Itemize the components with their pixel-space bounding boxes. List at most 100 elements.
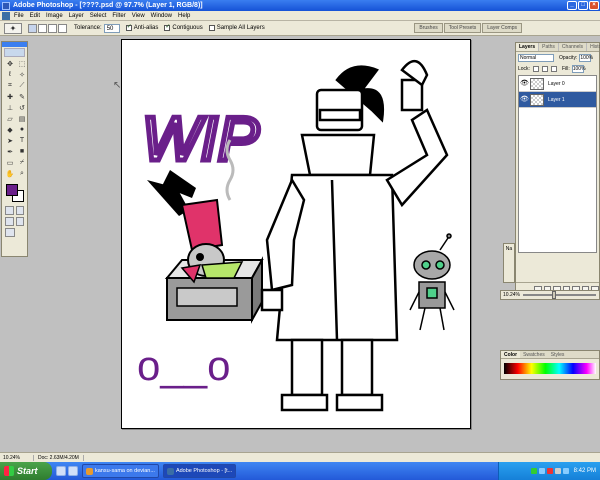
options-bar: ✦ Tolerance: 50 Anti-alias Contiguous Sa… <box>0 21 600 36</box>
blur-tool-icon[interactable]: ◆ <box>5 125 15 134</box>
brush-tool-icon[interactable]: ✎ <box>17 92 27 101</box>
palette-tab-layer-comps[interactable]: Layer Comps <box>482 23 522 33</box>
navigator-side-tab[interactable]: Na <box>503 243 515 283</box>
feather-icon[interactable] <box>4 48 25 57</box>
new-selection-button[interactable] <box>28 23 37 33</box>
stamp-tool-icon[interactable]: ⊥ <box>5 103 15 112</box>
full-screen-icon[interactable] <box>15 217 24 226</box>
menu-layer[interactable]: Layer <box>69 13 84 19</box>
quick-mask-icon[interactable] <box>15 206 24 215</box>
wip-text: WIP <box>142 105 259 174</box>
sample-all-checkbox[interactable] <box>208 25 215 31</box>
tray-clock[interactable]: 8:42 PM <box>574 468 596 474</box>
intersect-selection-button[interactable] <box>58 23 67 33</box>
crop-tool-icon[interactable]: ⌗ <box>5 81 15 90</box>
tab-styles[interactable]: Styles <box>548 351 568 358</box>
eye-icon[interactable]: 👁 <box>520 96 529 104</box>
status-bar: 10.24% Doc: 2.63M/4.20M <box>0 452 600 462</box>
slice-tool-icon[interactable]: ⟋ <box>17 81 27 90</box>
contiguous-checkbox[interactable] <box>164 23 170 31</box>
minimize-button[interactable]: _ <box>567 1 577 10</box>
menu-edit[interactable]: Edit <box>30 13 40 19</box>
layer-row-layer-0[interactable]: 👁 Layer 0 <box>519 76 596 92</box>
zoom-tool-icon[interactable]: ⌕ <box>17 169 27 178</box>
eyedropper-tool-icon[interactable]: ⌿ <box>17 158 27 167</box>
contiguous-label: Contiguous <box>172 25 203 31</box>
menu-select[interactable]: Select <box>90 13 107 19</box>
tab-paths[interactable]: Paths <box>539 43 559 51</box>
layer-thumbnail <box>530 77 544 90</box>
tolerance-input[interactable]: 50 <box>103 23 120 33</box>
quick-launch <box>56 466 78 476</box>
add-selection-button[interactable] <box>38 23 47 33</box>
tab-color[interactable]: Color <box>501 351 521 358</box>
menu-help[interactable]: Help <box>178 13 190 19</box>
hand-tool-icon[interactable]: ✋ <box>5 169 15 178</box>
eraser-tool-icon[interactable]: ▱ <box>5 114 15 123</box>
menu-view[interactable]: View <box>132 13 145 19</box>
dodge-tool-icon[interactable]: ● <box>17 125 27 134</box>
tolerance-label: Tolerance: <box>74 25 102 31</box>
menu-window[interactable]: Window <box>151 13 172 19</box>
toolbox-header[interactable] <box>2 42 27 47</box>
tray-network-icon[interactable] <box>530 468 537 474</box>
move-tool-icon[interactable]: ✥ <box>5 59 15 68</box>
tray-volume-icon[interactable] <box>554 468 561 474</box>
lock-position-toggle[interactable] <box>550 65 557 72</box>
eye-icon[interactable]: 👁 <box>520 80 529 88</box>
task-browser[interactable]: kansu-sama on devian... <box>82 464 159 478</box>
history-brush-icon[interactable]: ↺ <box>17 103 27 112</box>
tab-history[interactable]: History <box>587 43 600 51</box>
task-photoshop[interactable]: Adobe Photoshop - [t... <box>162 464 237 478</box>
layer-name: Layer 0 <box>548 80 565 87</box>
pen-tool-icon[interactable]: ✒ <box>5 147 15 156</box>
status-zoom[interactable]: 10.24% <box>3 455 33 461</box>
menu-filter[interactable]: Filter <box>112 13 125 19</box>
magic-wand-tool-icon[interactable]: ✧ <box>17 70 27 79</box>
document-canvas[interactable]: WIP o__o <box>121 39 471 429</box>
maximize-button[interactable]: □ <box>578 1 588 10</box>
shape-tool-icon[interactable]: ■ <box>17 147 27 156</box>
show-desktop-icon[interactable] <box>56 466 66 476</box>
close-button[interactable]: × <box>589 1 599 10</box>
path-select-tool-icon[interactable]: ➤ <box>5 136 15 145</box>
tray-messenger-icon[interactable] <box>538 468 545 474</box>
zoom-slider-knob[interactable] <box>552 291 557 299</box>
layer-row-layer-1[interactable]: 👁 Layer 1 <box>519 92 596 108</box>
notes-tool-icon[interactable]: ▭ <box>5 158 15 167</box>
artwork: WIP o__o <box>137 60 455 412</box>
jump-to-imageready-icon[interactable] <box>5 228 15 237</box>
tool-preset-picker[interactable]: ✦ <box>4 22 22 34</box>
blend-mode-select[interactable]: Normal <box>518 53 554 62</box>
browser-icon[interactable] <box>68 466 78 476</box>
type-tool-icon[interactable]: T <box>17 136 27 145</box>
tab-channels[interactable]: Channels <box>559 43 588 51</box>
menu-file[interactable]: File <box>14 13 24 19</box>
lasso-tool-icon[interactable]: ℓ <box>5 70 15 79</box>
standard-mode-icon[interactable] <box>5 206 14 215</box>
lock-pixels-toggle[interactable] <box>541 65 548 72</box>
tab-swatches[interactable]: Swatches <box>520 351 548 358</box>
lock-transparency-toggle[interactable] <box>532 65 539 72</box>
subtract-selection-button[interactable] <box>48 23 57 33</box>
healing-tool-icon[interactable]: ✚ <box>5 92 15 101</box>
antialias-checkbox[interactable] <box>125 23 132 31</box>
palette-tab-tool-presets[interactable]: Tool Presets <box>443 23 482 33</box>
screen-mode-icon[interactable] <box>5 217 14 226</box>
opacity-input[interactable]: 100% <box>579 53 593 62</box>
palette-tab-brushes[interactable]: Brushes <box>414 23 443 33</box>
zoom-slider[interactable] <box>522 291 596 299</box>
marquee-tool-icon[interactable]: ⬚ <box>17 59 27 68</box>
tray-app-icon[interactable] <box>562 468 569 474</box>
fill-input[interactable]: 100% <box>571 64 586 73</box>
gradient-tool-icon[interactable]: ▤ <box>17 114 27 123</box>
navigator-zoom-value[interactable]: 10.24% <box>503 292 520 298</box>
foreground-color-swatch[interactable] <box>6 184 18 196</box>
tab-layers[interactable]: Layers <box>516 43 540 51</box>
color-spectrum-bar[interactable] <box>504 363 596 374</box>
start-button[interactable]: Start <box>0 462 52 480</box>
color-swatches <box>2 183 27 205</box>
tray-security-icon[interactable] <box>546 468 553 474</box>
menu-image[interactable]: Image <box>46 13 63 19</box>
fill-label: Fill: <box>561 65 570 72</box>
